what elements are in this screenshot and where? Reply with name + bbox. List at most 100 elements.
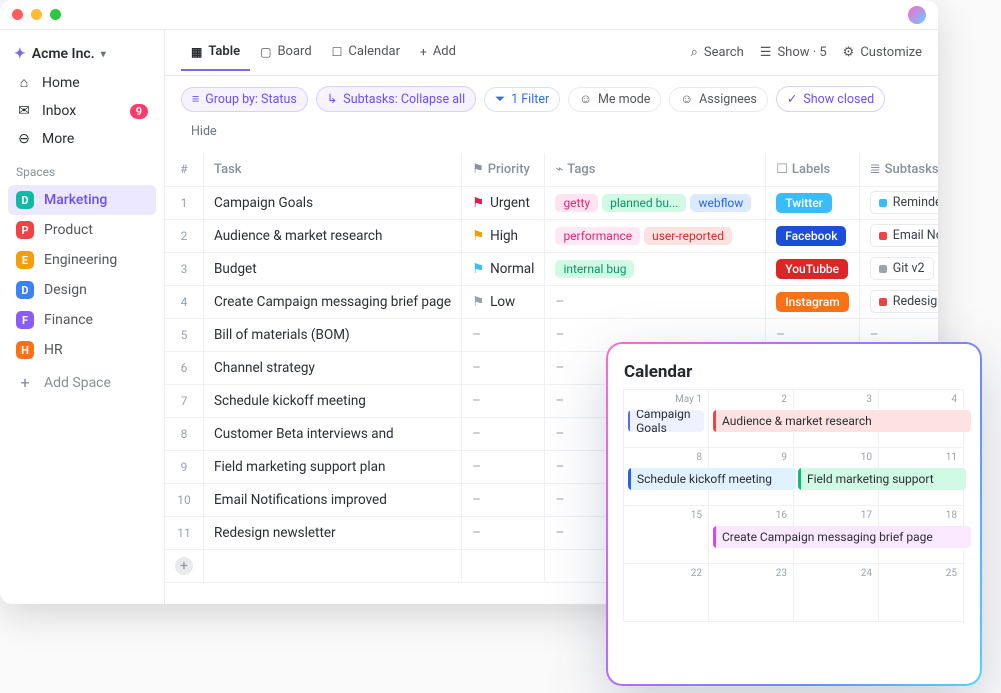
task-name[interactable]: Audience & market research [204, 219, 462, 252]
priority-cell[interactable]: ⚑High [462, 219, 545, 252]
space-item-engineering[interactable]: E Engineering [8, 245, 156, 275]
priority-cell[interactable]: ⚑Urgent [462, 186, 545, 219]
filter-chip[interactable]: ⏷ 1 Filter [484, 87, 560, 112]
col-labels[interactable]: ☐Labels [766, 153, 859, 186]
calendar-cell[interactable]: 15 [623, 505, 709, 564]
label-pill[interactable]: Instagram [776, 292, 848, 312]
calendar-cell[interactable]: May 1 Campaign Goals [623, 389, 709, 448]
assignees-chip[interactable]: ☺ Assignees [669, 87, 768, 112]
space-item-hr[interactable]: H HR [8, 335, 156, 365]
space-item-design[interactable]: D Design [8, 275, 156, 305]
task-name[interactable]: Bill of materials (BOM) [204, 318, 462, 351]
group-by-chip[interactable]: ≡ Group by: Status [181, 87, 308, 112]
col-index[interactable]: # [165, 153, 204, 186]
calendar-cell[interactable]: 16 Create Campaign messaging brief page [708, 505, 794, 564]
space-item-marketing[interactable]: D Marketing [8, 185, 156, 215]
task-name[interactable]: Email Notifications improved [204, 483, 462, 516]
calendar-cell[interactable]: 25 [878, 563, 964, 622]
table-row[interactable]: 4 Create Campaign messaging brief page ⚑… [165, 285, 938, 318]
subtask-chip[interactable]: Git v2 [870, 257, 934, 280]
calendar-event[interactable]: Campaign Goals [628, 410, 704, 432]
priority-cell[interactable]: – [462, 450, 545, 483]
subtasks-cell[interactable]: Email Notificat [859, 219, 938, 252]
user-avatar[interactable] [908, 6, 926, 24]
task-name[interactable]: Budget [204, 252, 462, 285]
calendar-event[interactable]: Schedule kickoff meeting [628, 468, 796, 490]
me-mode-chip[interactable]: ☺ Me mode [568, 87, 661, 112]
priority-cell[interactable]: – [462, 384, 545, 417]
task-name[interactable]: Schedule kickoff meeting [204, 384, 462, 417]
col-tags[interactable]: ⌁Tags [545, 153, 766, 186]
tag-chip[interactable]: planned bu... [602, 194, 686, 212]
label-pill[interactable]: YouTubbe [776, 259, 848, 279]
task-name[interactable]: Campaign Goals [204, 186, 462, 219]
task-name[interactable]: Field marketing support plan [204, 450, 462, 483]
task-name[interactable]: Customer Beta interviews and [204, 417, 462, 450]
priority-cell[interactable]: – [462, 516, 545, 549]
subtask-chip[interactable]: Email Notificat [870, 224, 938, 247]
calendar-event[interactable]: Field marketing support [798, 468, 966, 490]
hide-button[interactable]: Hide [181, 120, 227, 143]
col-subtasks[interactable]: ≣Subtasks [859, 153, 938, 186]
subtasks-cell[interactable]: Redesign Chro [859, 285, 938, 318]
tags-cell[interactable]: gettyplanned bu...webflow [545, 186, 766, 219]
tags-cell[interactable]: performanceuser-reported [545, 219, 766, 252]
tags-cell[interactable]: – [545, 285, 766, 318]
tags-cell[interactable]: internal bug [545, 252, 766, 285]
calendar-cell[interactable]: 10 Field marketing support [793, 447, 879, 506]
subtasks-chip[interactable]: ↳ Subtasks: Collapse all [316, 86, 476, 112]
subtask-chip[interactable]: Redesign Chro [870, 290, 938, 313]
label-pill[interactable]: Facebook [776, 226, 846, 246]
nav-item-more[interactable]: ⊖ More [8, 125, 156, 153]
calendar-event[interactable]: Audience & market research [713, 410, 971, 432]
subtask-chip[interactable]: Reminders for [870, 191, 938, 214]
priority-cell[interactable]: ⚑Normal [462, 252, 545, 285]
minimize-window-icon[interactable] [31, 9, 42, 20]
col-task[interactable]: Task [204, 153, 462, 186]
priority-cell[interactable]: – [462, 483, 545, 516]
customize-button[interactable]: ⚙ Customize [843, 45, 922, 60]
tag-chip[interactable]: performance [555, 227, 640, 245]
calendar-event[interactable]: Create Campaign messaging brief page [713, 526, 971, 548]
close-window-icon[interactable] [12, 9, 23, 20]
priority-cell[interactable]: – [462, 417, 545, 450]
priority-cell[interactable]: – [462, 318, 545, 351]
show-button[interactable]: ☰ Show · 5 [760, 45, 827, 60]
subtasks-cell[interactable]: Git v2+ [859, 252, 938, 285]
show-closed-chip[interactable]: ✓ Show closed [776, 86, 885, 112]
space-item-finance[interactable]: F Finance [8, 305, 156, 335]
col-priority[interactable]: ⚑Priority [462, 153, 545, 186]
table-row[interactable]: 1 Campaign Goals ⚑Urgent gettyplanned bu… [165, 186, 938, 219]
search-button[interactable]: ⌕ Search [691, 45, 744, 60]
view-tab-board[interactable]: ▢ Board [250, 34, 322, 71]
labels-cell[interactable]: Instagram [766, 285, 859, 318]
workspace-switcher[interactable]: ✦ Acme Inc. ▾ [8, 42, 156, 66]
add-space-button[interactable]: + Add Space [8, 367, 156, 398]
tag-chip[interactable]: user-reported [644, 227, 732, 245]
calendar-cell[interactable]: 2 Audience & market research [708, 389, 794, 448]
calendar-cell[interactable]: 24 [793, 563, 879, 622]
task-name[interactable]: Create Campaign messaging brief page [204, 285, 462, 318]
tag-chip[interactable]: internal bug [555, 260, 634, 278]
labels-cell[interactable]: YouTubbe [766, 252, 859, 285]
nav-item-inbox[interactable]: ✉ Inbox9 [8, 97, 156, 125]
nav-item-home[interactable]: ⌂ Home [8, 68, 156, 97]
subtasks-cell[interactable]: Reminders for [859, 186, 938, 219]
calendar-cell[interactable]: 22 [623, 563, 709, 622]
maximize-window-icon[interactable] [50, 9, 61, 20]
tag-chip[interactable]: webflow [690, 194, 751, 212]
calendar-cell[interactable]: 8 Schedule kickoff meeting [623, 447, 709, 506]
view-tab-calendar[interactable]: ☐ Calendar [322, 34, 410, 71]
view-tab-table[interactable]: ▦ Table [181, 34, 250, 71]
task-name[interactable]: Channel strategy [204, 351, 462, 384]
priority-cell[interactable]: ⚑Low [462, 285, 545, 318]
labels-cell[interactable]: Facebook [766, 219, 859, 252]
table-row[interactable]: 3 Budget ⚑Normal internal bug YouTubbe G… [165, 252, 938, 285]
labels-cell[interactable]: Twitter [766, 186, 859, 219]
priority-cell[interactable]: – [462, 351, 545, 384]
label-pill[interactable]: Twitter [776, 193, 832, 213]
calendar-cell[interactable]: 23 [708, 563, 794, 622]
table-row[interactable]: 2 Audience & market research ⚑High perfo… [165, 219, 938, 252]
tag-chip[interactable]: getty [555, 194, 598, 212]
view-tab-add[interactable]: + Add [410, 34, 466, 71]
